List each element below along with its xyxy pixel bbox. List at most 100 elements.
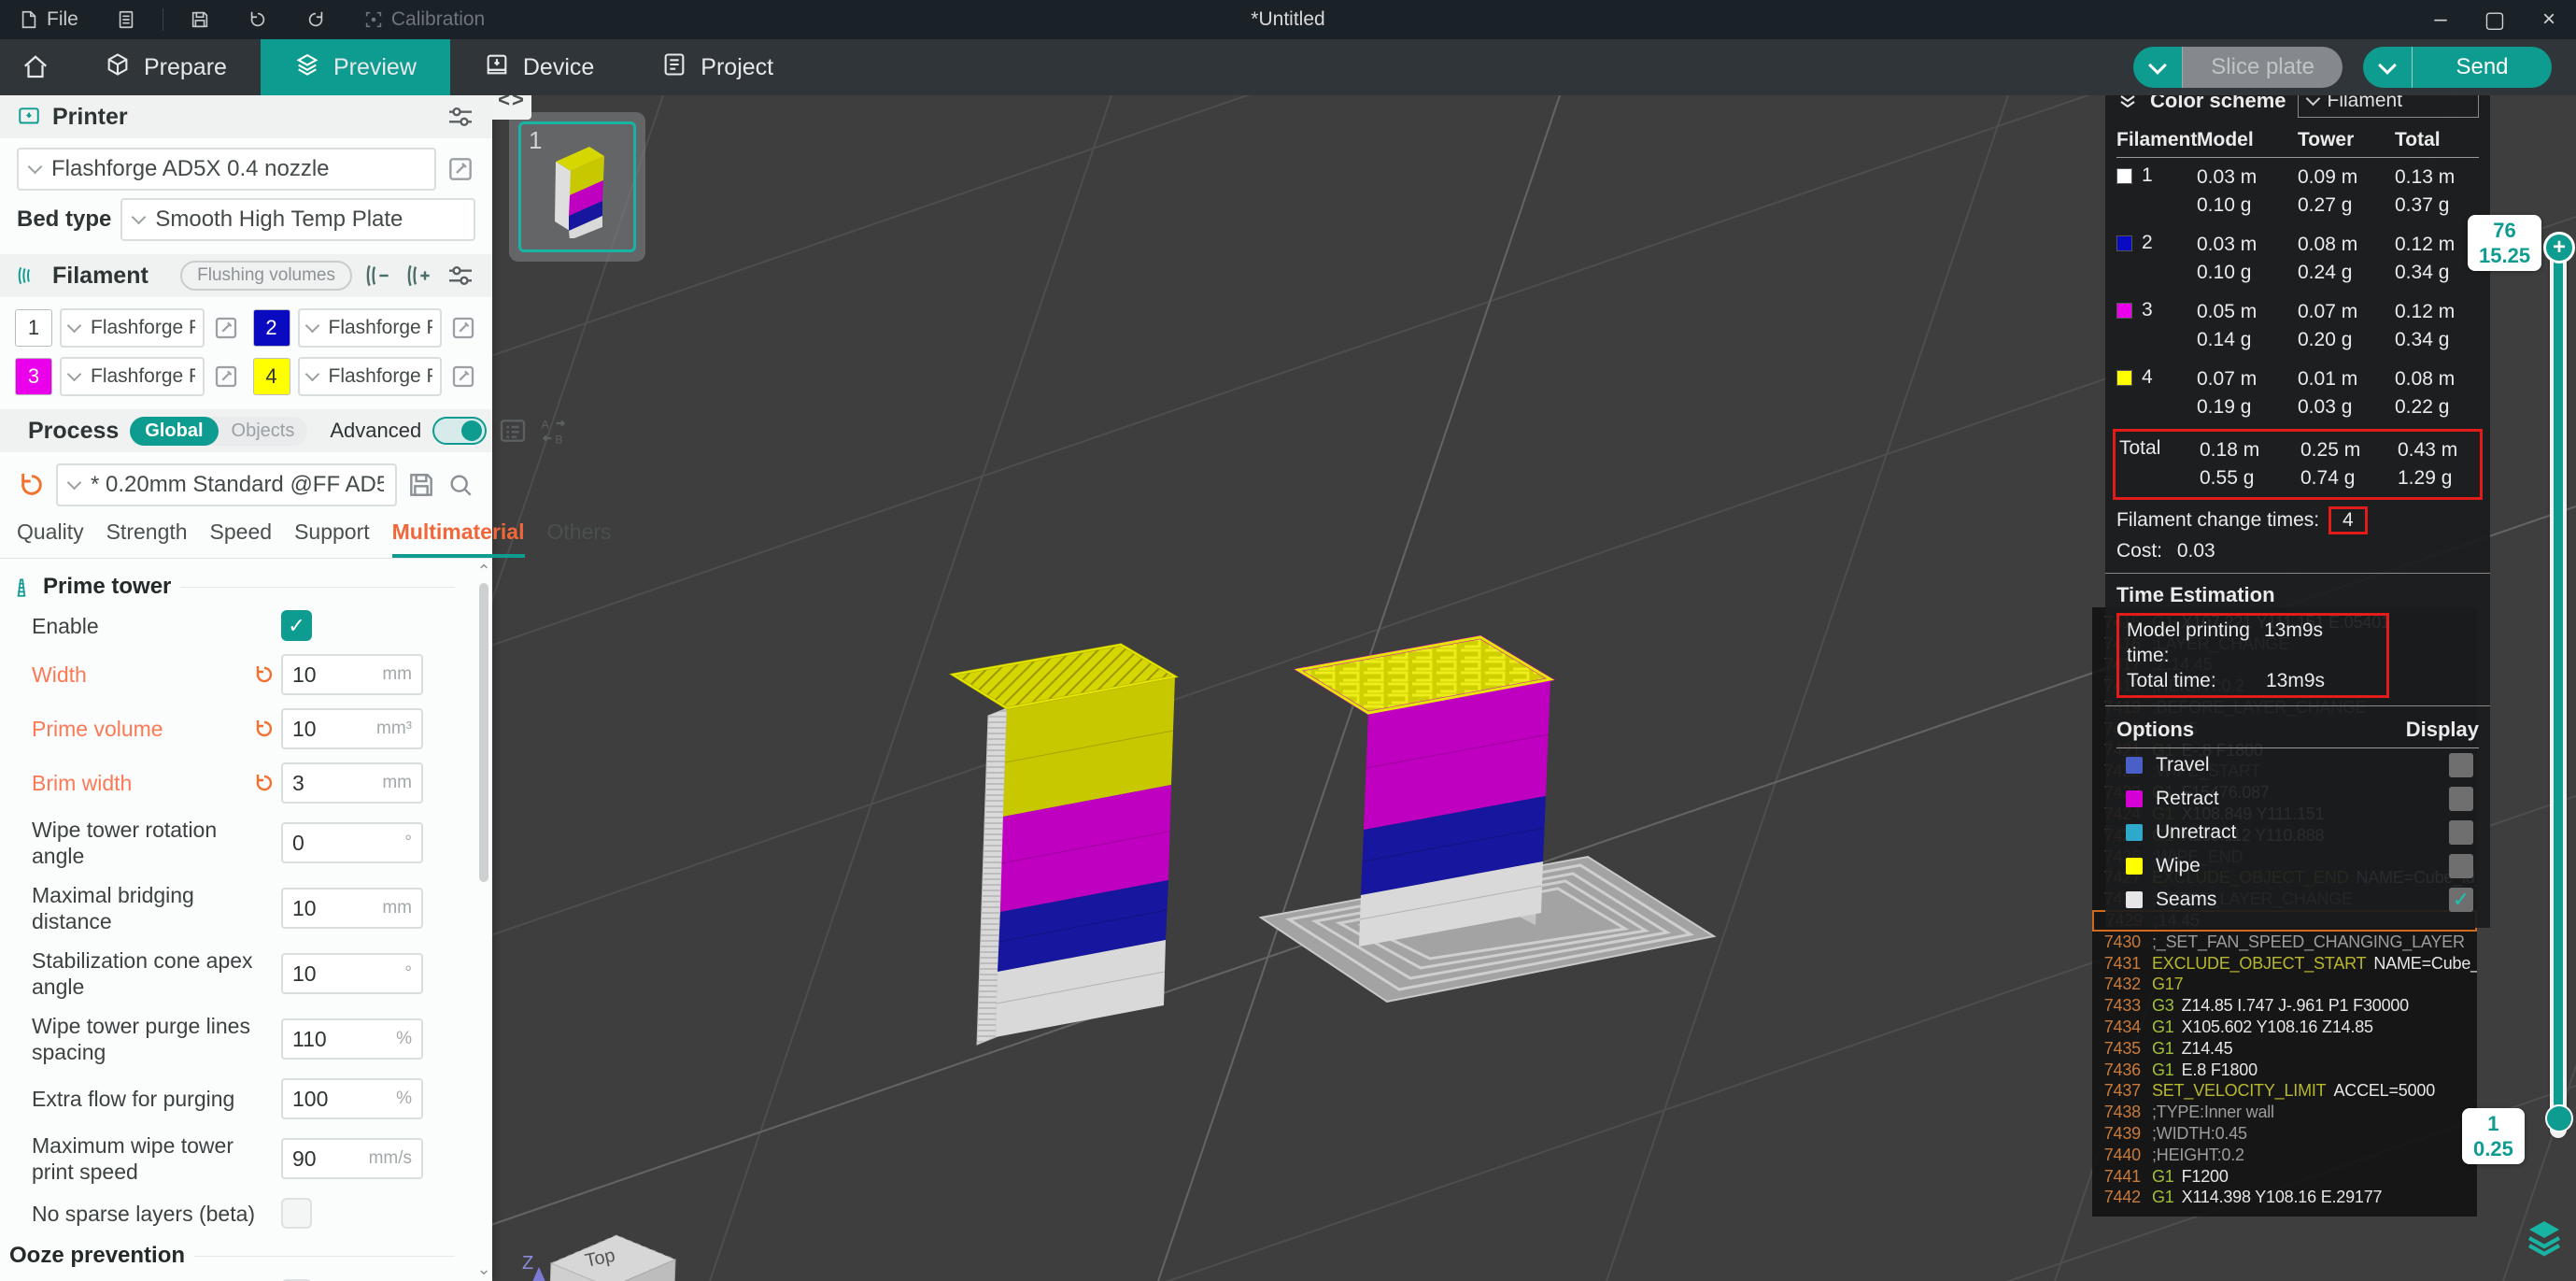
send-dropdown[interactable] — [2363, 47, 2412, 88]
param-input[interactable]: 10mm³ — [281, 708, 423, 749]
menu-calibration[interactable]: Calibration — [345, 0, 503, 39]
tab-preview[interactable]: Preview — [261, 39, 450, 95]
preset-save-icon[interactable] — [406, 470, 436, 500]
param-input[interactable]: 10mm — [281, 888, 423, 929]
param-checkbox[interactable] — [281, 1198, 312, 1229]
preset-select[interactable]: * 0.20mm Standard @FF AD5X — [56, 463, 397, 506]
close-button[interactable]: × — [2522, 0, 2576, 39]
option-display-checkbox[interactable] — [2449, 820, 2473, 845]
layer-view-button[interactable] — [2522, 1213, 2567, 1258]
gcode-line[interactable]: 7433G3Z14.85 I.747 J-.961 P1 F30000 — [2092, 995, 2477, 1017]
filament-select-2[interactable]: Flashforge PLA Basic — [298, 308, 443, 348]
gcode-line[interactable]: 7439;WIDTH:0.45 — [2092, 1123, 2477, 1145]
layer-slider[interactable]: 76 15.25 + 1 0.25 — [2542, 235, 2576, 1138]
gcode-line[interactable]: 7431EXCLUDE_OBJECT_STARTNAME=Cube_id_0_c… — [2092, 953, 2477, 975]
printer-select[interactable]: Flashforge AD5X 0.4 nozzle — [17, 148, 436, 191]
undo-button[interactable] — [229, 0, 287, 39]
gcode-line[interactable]: 7441G1F1200 — [2092, 1166, 2477, 1188]
add-filament-icon[interactable] — [404, 261, 434, 291]
scrollbar-thumb[interactable] — [479, 583, 488, 882]
filament-color-swatch[interactable]: 1 — [15, 309, 52, 347]
navigation-cube[interactable]: Top Front Right Z X — [509, 1215, 710, 1281]
option-display-checkbox[interactable] — [2449, 854, 2473, 878]
filament-settings-icon[interactable] — [446, 261, 475, 291]
maximize-button[interactable]: ▢ — [2468, 0, 2522, 39]
option-display-checkbox[interactable] — [2449, 753, 2473, 777]
option-display-checkbox[interactable]: ✓ — [2449, 888, 2473, 912]
menu-file[interactable]: File — [0, 0, 97, 39]
bed-type-select[interactable]: Smooth High Temp Plate — [120, 198, 475, 241]
preset-reset-icon[interactable] — [17, 470, 47, 500]
process-tab-quality[interactable]: Quality — [17, 520, 84, 558]
scope-objects[interactable]: Objects — [219, 417, 308, 446]
param-input[interactable]: 90mm/s — [281, 1138, 423, 1179]
param-input[interactable]: 100% — [281, 1078, 423, 1119]
param-list-icon[interactable] — [498, 416, 528, 446]
filament-slot-4: 4Flashforge PLA Basic — [253, 357, 478, 396]
process-tab-strength[interactable]: Strength — [106, 520, 188, 558]
redo-button[interactable] — [287, 0, 345, 39]
reset-value-icon[interactable] — [253, 772, 276, 794]
printer-settings-icon[interactable] — [446, 102, 475, 132]
filament-edit-icon[interactable] — [449, 314, 477, 342]
option-display-checkbox[interactable] — [2449, 787, 2473, 811]
gcode-line[interactable]: 7437SET_VELOCITY_LIMITACCEL=5000 — [2092, 1081, 2477, 1103]
flushing-volumes-button[interactable]: Flushing volumes — [180, 261, 352, 291]
process-tab-multimaterial[interactable]: Multimaterial — [392, 520, 525, 558]
gcode-line[interactable]: 7442G1X114.398 Y108.16 E.29177 — [2092, 1188, 2477, 1209]
advanced-toggle[interactable] — [432, 417, 487, 445]
layer-slider-bottom-handle[interactable] — [2545, 1104, 2573, 1132]
filament-edit-icon[interactable] — [212, 314, 240, 342]
filament-edit-icon[interactable] — [212, 363, 240, 391]
compare-presets-icon[interactable]: AB — [539, 416, 569, 446]
filament-color-swatch[interactable]: 4 — [253, 358, 290, 395]
plate-thumbnail[interactable]: 1 — [509, 112, 645, 262]
param-input[interactable]: 0° — [281, 822, 423, 863]
scope-global[interactable]: Global — [130, 417, 218, 446]
reset-value-icon[interactable] — [253, 663, 276, 686]
minimize-button[interactable]: – — [2413, 0, 2468, 39]
filament-color-swatch[interactable]: 2 — [253, 309, 290, 347]
remove-filament-icon[interactable] — [363, 261, 393, 291]
save-button[interactable] — [171, 0, 229, 39]
recent-files-button[interactable] — [97, 0, 155, 39]
reset-value-icon[interactable] — [253, 718, 276, 740]
param-scrollbar[interactable]: ⌃ ⌄ — [477, 562, 490, 1277]
gcode-line[interactable]: 7435G1Z14.45 — [2092, 1038, 2477, 1060]
filament-select-1[interactable]: Flashforge PLA B... — [60, 308, 205, 348]
send-button[interactable]: Send — [2363, 47, 2552, 88]
param-checkbox[interactable]: ✓ — [281, 610, 312, 641]
filament-select-4[interactable]: Flashforge PLA Basic — [298, 357, 443, 396]
process-tab-support[interactable]: Support — [294, 520, 370, 558]
gcode-line[interactable]: 7438;TYPE:Inner wall — [2092, 1102, 2477, 1123]
gcode-line-number: 7430 — [2092, 932, 2141, 952]
gcode-line[interactable]: 7436G1E.8 F1800 — [2092, 1060, 2477, 1081]
scroll-down-icon[interactable]: ⌄ — [476, 1260, 490, 1277]
filament-color-swatch[interactable]: 3 — [15, 358, 52, 395]
tab-project[interactable]: Project — [628, 39, 807, 95]
param-input[interactable]: 10° — [281, 953, 423, 994]
process-scope-toggle[interactable]: Global Objects — [130, 417, 307, 446]
process-tab-others[interactable]: Others — [547, 520, 612, 558]
tab-device[interactable]: Device — [450, 39, 628, 95]
filament-edit-icon[interactable] — [449, 363, 477, 391]
gcode-line[interactable]: 7430;_SET_FAN_SPEED_CHANGING_LAYER — [2092, 932, 2477, 953]
printer-edit-icon[interactable] — [446, 154, 475, 184]
preset-search-icon[interactable] — [446, 470, 475, 500]
param-input[interactable]: 110% — [281, 1018, 423, 1060]
slice-dropdown[interactable] — [2133, 47, 2182, 88]
slice-plate-button[interactable]: Slice plate — [2133, 47, 2342, 88]
usage-cell: 0.12 m0.34 g — [2395, 298, 2479, 354]
gcode-line[interactable]: 7434G1X105.602 Y108.16 Z14.85 — [2092, 1017, 2477, 1038]
param-input[interactable]: 10mm — [281, 654, 423, 695]
layer-slider-top-handle[interactable]: + — [2543, 232, 2575, 263]
gcode-line[interactable]: 7440;HEIGHT:0.2 — [2092, 1145, 2477, 1166]
home-button[interactable] — [0, 39, 71, 95]
filament-select-3[interactable]: Flashforge PLA B... — [60, 357, 205, 396]
process-tab-speed[interactable]: Speed — [210, 520, 273, 558]
gcode-line[interactable]: 7432G17 — [2092, 975, 2477, 996]
tab-prepare[interactable]: Prepare — [71, 39, 261, 95]
usage-length: 0.09 m — [2298, 164, 2395, 192]
param-input[interactable]: 3mm — [281, 762, 423, 804]
scroll-up-icon[interactable]: ⌃ — [476, 562, 490, 579]
